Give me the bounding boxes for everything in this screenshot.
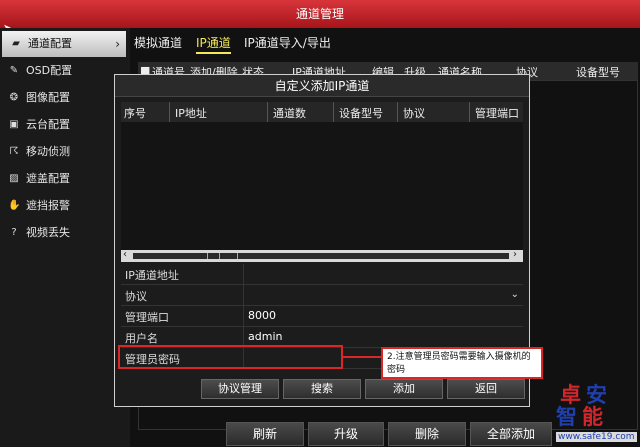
- sidebar-item-channel-config[interactable]: ▰ 通道配置 ›: [2, 31, 126, 57]
- sidebar-item-video-loss[interactable]: ? 视频丢失: [0, 220, 130, 246]
- protocol-label: 协议: [125, 290, 147, 303]
- column-divider: [397, 102, 398, 122]
- column-divider: [169, 102, 170, 122]
- scroll-tick: [219, 253, 220, 259]
- question-icon: ?: [11, 227, 17, 238]
- management-port-row: 管理端口 8000: [121, 306, 523, 327]
- scroll-tick: [237, 253, 238, 259]
- sidebar-item-label: 移动侦测: [26, 145, 70, 158]
- watermark-char: 安: [586, 383, 607, 407]
- aperture-icon: ❂: [9, 92, 19, 103]
- sidebar-item-osd-config[interactable]: ✎ OSD配置: [0, 58, 130, 84]
- protocol-select[interactable]: ⌄: [243, 285, 523, 305]
- chevron-down-icon[interactable]: ⌄: [511, 285, 519, 305]
- add-button[interactable]: 添加: [365, 379, 443, 399]
- scroll-left-icon[interactable]: ‹: [123, 249, 127, 260]
- chevron-right-icon: ›: [115, 37, 120, 51]
- username-label: 用户名: [125, 332, 158, 345]
- watermark-url: www.safe19.com: [556, 432, 637, 442]
- protocol-manage-button[interactable]: 协议管理: [201, 379, 279, 399]
- add-all-button[interactable]: 全部添加: [470, 422, 552, 446]
- watermark-char: 能: [582, 405, 603, 429]
- scrollbar-track[interactable]: [133, 253, 509, 259]
- username-input[interactable]: admin: [243, 327, 523, 347]
- upgrade-button[interactable]: 升级: [308, 422, 384, 446]
- ptz-icon: ▣: [9, 119, 19, 130]
- column-divider: [267, 102, 268, 122]
- hand-icon: ✋: [8, 200, 21, 211]
- sidebar-item-label: 视频丢失: [26, 226, 70, 239]
- window-title: 通道管理: [0, 0, 640, 28]
- search-button[interactable]: 搜索: [283, 379, 361, 399]
- sidebar-item-tamper-alarm[interactable]: ✋ 遮挡报警: [0, 193, 130, 219]
- column-header: 管理端口: [475, 107, 519, 120]
- management-port-input[interactable]: 8000: [243, 306, 523, 326]
- column-header: 序号: [124, 107, 146, 120]
- delete-button[interactable]: 删除: [388, 422, 466, 446]
- sidebar-item-image-config[interactable]: ❂ 图像配置: [0, 85, 130, 111]
- column-divider: [333, 102, 334, 122]
- sidebar-item-label: 通道配置: [28, 37, 72, 50]
- callout-connector: [343, 356, 381, 358]
- password-callout-note: 2.注意管理员密码需要输入摄像机的密码: [381, 347, 543, 379]
- sidebar-item-privacy-mask[interactable]: ▨ 遮盖配置: [0, 166, 130, 192]
- search-result-header: 序号 IP地址 通道数 设备型号 协议 管理端口: [121, 102, 523, 122]
- back-button[interactable]: 返回: [447, 379, 525, 399]
- running-person-icon: ☈: [9, 146, 19, 157]
- sidebar-item-label: OSD配置: [26, 64, 73, 77]
- ip-address-label: IP通道地址: [125, 269, 179, 282]
- horizontal-scrollbar[interactable]: ‹ ›: [121, 249, 523, 262]
- password-highlight-box: [118, 345, 343, 369]
- scroll-right-icon[interactable]: ›: [513, 249, 517, 260]
- tab-ip-channel[interactable]: IP通道: [196, 34, 231, 54]
- camera-icon: ▰: [12, 38, 20, 49]
- sidebar-item-label: 图像配置: [26, 91, 70, 104]
- pen-icon: ✎: [9, 65, 19, 76]
- column-header: 通道数: [273, 107, 306, 120]
- management-port-label: 管理端口: [125, 311, 169, 324]
- sidebar-item-label: 云台配置: [26, 118, 70, 131]
- tab-bar: 模拟通道 IP通道 IP通道导入/导出: [130, 28, 640, 56]
- sidebar-item-label: 遮挡报警: [26, 199, 70, 212]
- watermark-logo: 卓 安 智 能 www.safe19.com: [552, 380, 640, 447]
- column-header: 协议: [403, 107, 425, 120]
- search-result-list[interactable]: [121, 122, 523, 250]
- scroll-tick: [207, 253, 208, 259]
- sidebar-item-ptz-config[interactable]: ▣ 云台配置: [0, 112, 130, 138]
- protocol-row: 协议 ⌄: [121, 285, 523, 306]
- tab-analog-channel[interactable]: 模拟通道: [134, 34, 182, 51]
- ip-address-input[interactable]: [243, 264, 523, 284]
- sidebar: ▰ 通道配置 › ✎ OSD配置 ❂ 图像配置 ▣ 云台配置 ☈ 移动侦测 ▨ …: [0, 28, 130, 447]
- column-header: IP地址: [175, 107, 207, 120]
- tab-ip-channel-import-export[interactable]: IP通道导入/导出: [244, 34, 331, 51]
- refresh-button[interactable]: 刷新: [226, 422, 304, 446]
- column-divider: [469, 102, 470, 122]
- watermark-char: 智: [556, 405, 577, 429]
- column-header: 设备型号: [339, 107, 383, 120]
- mask-icon: ▨: [9, 173, 19, 184]
- dialog-title: 自定义添加IP通道: [115, 75, 529, 97]
- ip-address-row: IP通道地址: [121, 264, 523, 285]
- sidebar-item-motion-detection[interactable]: ☈ 移动侦测: [0, 139, 130, 165]
- sidebar-item-label: 遮盖配置: [26, 172, 70, 185]
- watermark-char: 卓: [560, 383, 581, 407]
- column-header: 设备型号: [576, 66, 620, 79]
